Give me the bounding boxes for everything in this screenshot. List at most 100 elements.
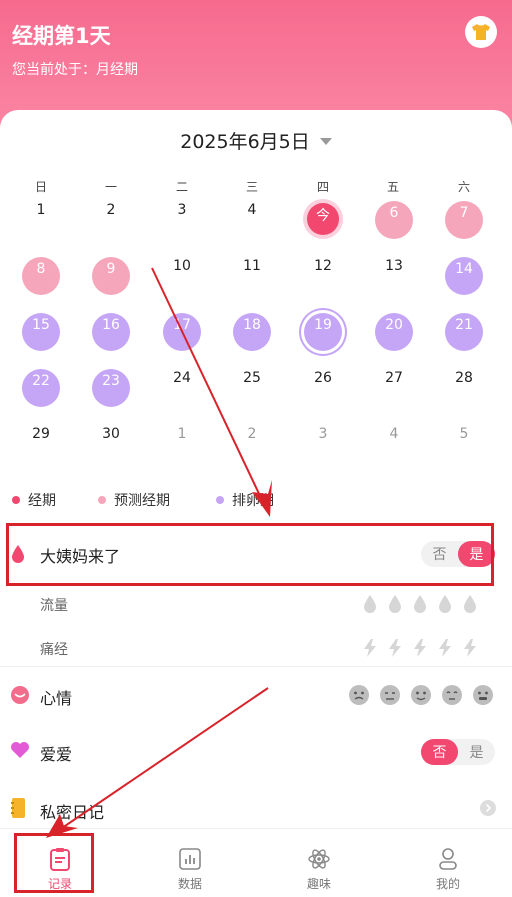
calendar-day-next-month[interactable]: 3 bbox=[304, 416, 342, 454]
calendar-day-next-month[interactable]: 1 bbox=[163, 416, 201, 454]
nav-label: 数据 bbox=[177, 877, 202, 891]
face-icon[interactable] bbox=[472, 684, 494, 706]
period-toggle[interactable]: 否 是 bbox=[421, 541, 495, 567]
calendar-day-next-month[interactable]: 4 bbox=[375, 416, 413, 454]
page-title: 经期第1天 bbox=[12, 24, 111, 48]
calendar-day[interactable]: 12 bbox=[304, 248, 342, 286]
period-label: 大姨妈来了 bbox=[40, 547, 121, 566]
calendar-day[interactable]: 24 bbox=[163, 360, 201, 398]
love-label: 爱爱 bbox=[40, 745, 73, 764]
toggle-yes[interactable]: 是 bbox=[458, 739, 495, 765]
lightning-icon[interactable] bbox=[387, 638, 403, 658]
calendar-day[interactable]: 26 bbox=[304, 360, 342, 398]
calendar-day[interactable]: 25 bbox=[233, 360, 271, 398]
calendar-day[interactable]: 10 bbox=[163, 248, 201, 286]
drop-icon[interactable] bbox=[362, 594, 378, 614]
diary-row[interactable]: 私密日记 bbox=[0, 794, 512, 824]
calendar-day[interactable]: 27 bbox=[375, 360, 413, 398]
tshirt-icon bbox=[472, 24, 490, 40]
period-dot-icon bbox=[12, 496, 20, 504]
calendar-day[interactable]: 13 bbox=[375, 248, 413, 286]
drop-icon[interactable] bbox=[412, 594, 428, 614]
face-icon[interactable] bbox=[410, 684, 432, 706]
toggle-no[interactable]: 否 bbox=[421, 541, 458, 567]
calendar-day[interactable]: 28 bbox=[445, 360, 483, 398]
face-icon[interactable] bbox=[379, 684, 401, 706]
nav-record[interactable]: 记录 bbox=[20, 847, 100, 892]
calendar-day[interactable]: 2 bbox=[92, 192, 130, 230]
legend-item: 预测经期 bbox=[98, 490, 170, 510]
mood-row: 心情 bbox=[0, 680, 512, 710]
pain-label: 痛经 bbox=[40, 642, 68, 658]
calendar-day[interactable]: 7 bbox=[445, 201, 483, 239]
user-icon bbox=[439, 848, 457, 870]
flow-label: 流量 bbox=[40, 598, 68, 614]
lightning-icon[interactable] bbox=[437, 638, 453, 658]
weekday: 四 bbox=[316, 180, 329, 194]
calendar-day[interactable]: 3 bbox=[163, 192, 201, 230]
record-icon bbox=[50, 848, 70, 871]
calendar-day-selected[interactable]: 19 bbox=[304, 313, 342, 351]
weekday: 六 bbox=[457, 180, 470, 194]
heart-icon bbox=[11, 742, 29, 758]
toggle-yes[interactable]: 是 bbox=[458, 541, 495, 567]
calendar-day-next-month[interactable]: 5 bbox=[445, 416, 483, 454]
calendar-day[interactable]: 9 bbox=[92, 257, 130, 295]
legend-label: 排卵期 bbox=[232, 493, 274, 509]
pain-row: 痛经 bbox=[0, 634, 512, 662]
calendar-day[interactable]: 23 bbox=[92, 369, 130, 407]
face-icon[interactable] bbox=[441, 684, 463, 706]
calendar-day[interactable]: 16 bbox=[92, 313, 130, 351]
love-toggle[interactable]: 否 是 bbox=[421, 739, 495, 765]
nav-data[interactable]: 数据 bbox=[150, 847, 230, 892]
drop-icon[interactable] bbox=[437, 594, 453, 614]
calendar-day[interactable]: 11 bbox=[233, 248, 271, 286]
love-row: 爱爱 否 是 bbox=[0, 736, 512, 766]
weekday: 五 bbox=[386, 180, 399, 194]
calendar-day[interactable]: 20 bbox=[375, 313, 413, 351]
toggle-no[interactable]: 否 bbox=[421, 739, 458, 765]
calendar-day[interactable]: 29 bbox=[22, 416, 60, 454]
nav-mine[interactable]: 我的 bbox=[408, 847, 488, 892]
calendar-day[interactable]: 22 bbox=[22, 369, 60, 407]
nav-fun[interactable]: 趣味 bbox=[279, 847, 359, 892]
calendar-day[interactable]: 14 bbox=[445, 257, 483, 295]
calendar-day[interactable]: 18 bbox=[233, 313, 271, 351]
date-picker[interactable]: 2025年6月5日 bbox=[0, 127, 512, 154]
blood-drop-icon bbox=[12, 545, 24, 563]
mood-picker[interactable] bbox=[348, 684, 494, 706]
legend-label: 经期 bbox=[28, 493, 56, 509]
drop-icon[interactable] bbox=[387, 594, 403, 614]
calendar-day-today[interactable]: 今 bbox=[307, 203, 339, 235]
flow-row: 流量 bbox=[0, 590, 512, 618]
calendar-day[interactable]: 1 bbox=[22, 192, 60, 230]
calendar-day-next-month[interactable]: 2 bbox=[233, 416, 271, 454]
calendar-day[interactable]: 15 bbox=[22, 313, 60, 351]
face-icon[interactable] bbox=[348, 684, 370, 706]
pain-level-picker[interactable] bbox=[362, 638, 478, 658]
phase-status: 您当前处于：月经期 bbox=[12, 62, 138, 78]
diary-label: 私密日记 bbox=[40, 803, 105, 822]
calendar-day[interactable]: 21 bbox=[445, 313, 483, 351]
calendar-day[interactable]: 4 bbox=[233, 192, 271, 230]
divider bbox=[0, 666, 512, 667]
nav-label: 我的 bbox=[435, 877, 460, 891]
theme-button[interactable] bbox=[465, 16, 497, 48]
nav-label: 趣味 bbox=[306, 877, 331, 891]
calendar-day[interactable]: 6 bbox=[375, 201, 413, 239]
legend-label: 预测经期 bbox=[114, 493, 170, 509]
calendar-day[interactable]: 17 bbox=[163, 313, 201, 351]
predicted-dot-icon bbox=[98, 496, 106, 504]
current-date[interactable]: 2025年6月5日 bbox=[180, 127, 310, 154]
drop-icon[interactable] bbox=[462, 594, 478, 614]
notebook-icon bbox=[11, 798, 25, 818]
lightning-icon[interactable] bbox=[362, 638, 378, 658]
lightning-icon[interactable] bbox=[412, 638, 428, 658]
caret-down-icon[interactable] bbox=[319, 138, 332, 145]
calendar-day[interactable]: 30 bbox=[92, 416, 130, 454]
flow-level-picker[interactable] bbox=[362, 594, 478, 614]
chevron-right-icon[interactable] bbox=[480, 800, 496, 816]
calendar-day[interactable]: 8 bbox=[22, 257, 60, 295]
lightning-icon[interactable] bbox=[462, 638, 478, 658]
ovulation-dot-icon bbox=[216, 496, 224, 504]
